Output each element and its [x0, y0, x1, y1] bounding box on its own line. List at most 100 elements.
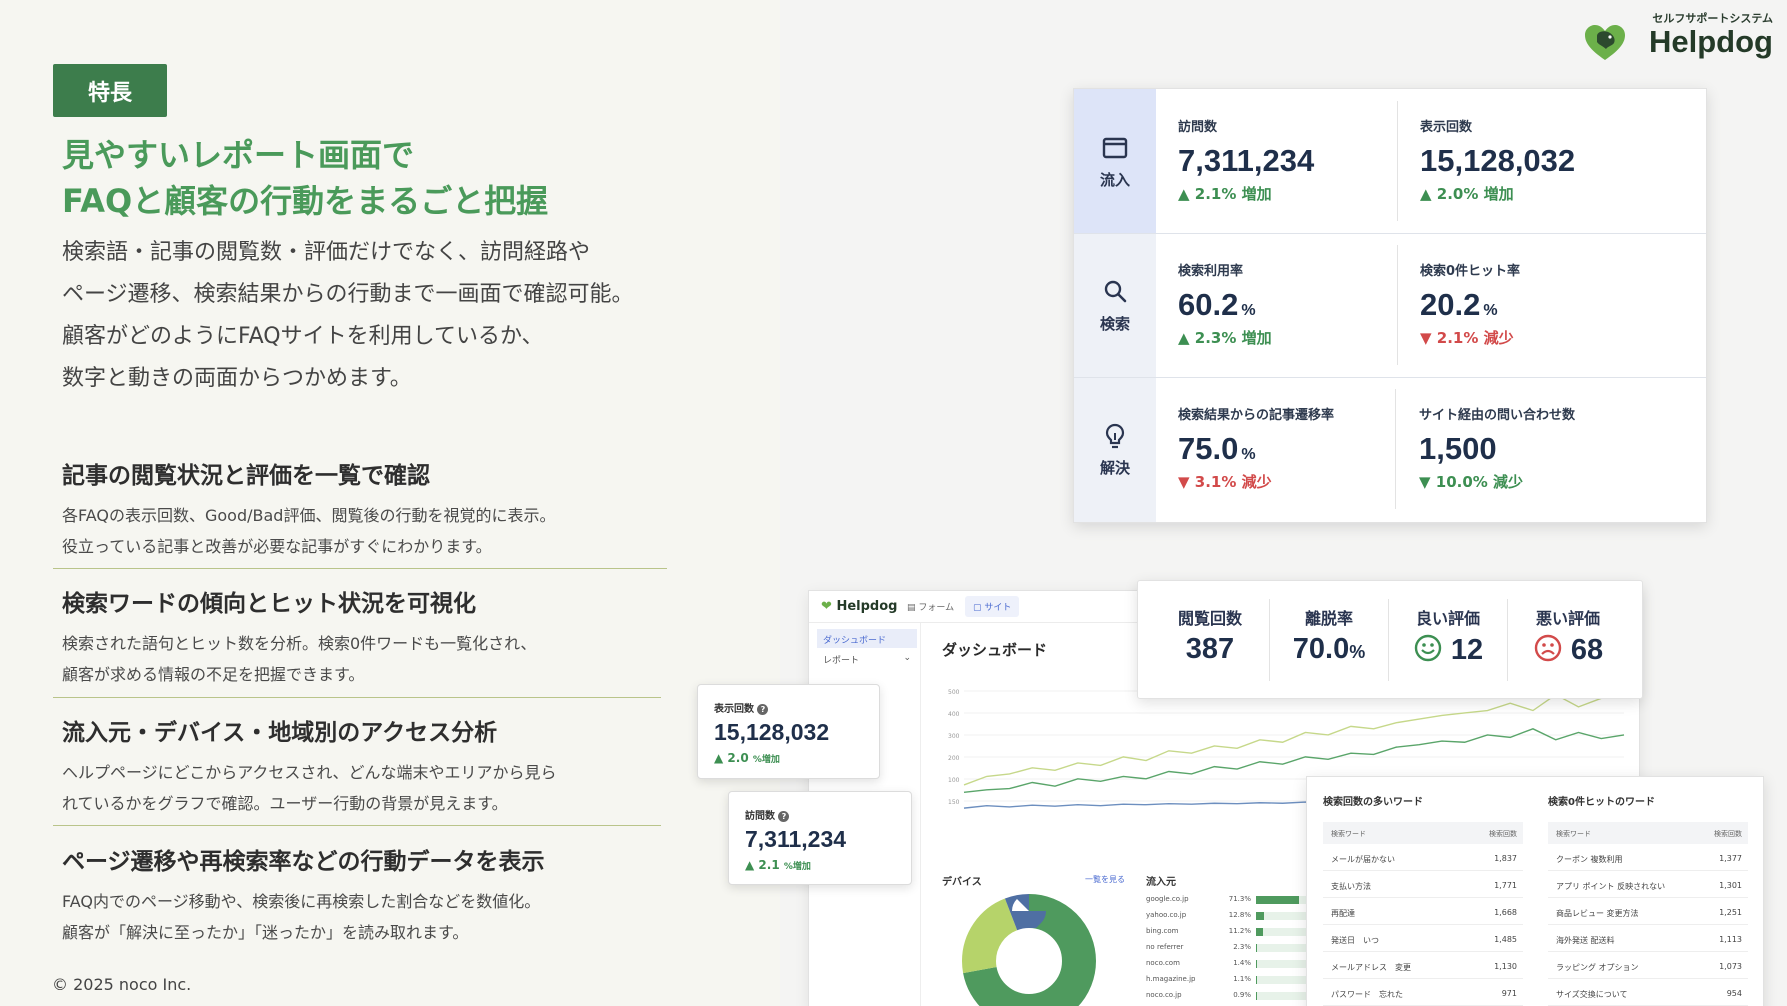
count-cell: 1,485: [1494, 935, 1517, 944]
window-icon: [1102, 137, 1128, 158]
table-row[interactable]: 商品レビュー 変更方法 1,251: [1548, 898, 1748, 925]
section-resolve[interactable]: 解決: [1074, 377, 1156, 521]
help-icon: ?: [778, 811, 790, 822]
kpi-number: 75.0: [1178, 431, 1239, 466]
referrer-bar: [1256, 976, 1257, 984]
referrer-pct: 71.3%: [1228, 895, 1251, 903]
tab-form[interactable]: ▤ フォーム: [907, 600, 954, 613]
eval-value: 68: [1513, 633, 1623, 667]
table-row[interactable]: アプリ ポイント 反映されない 1,301: [1548, 871, 1748, 898]
headline: 見やすいレポート画面で FAQと顧客の行動をまるごと把握: [62, 132, 548, 224]
feature-desc-line: ヘルプページにどこからアクセスされ、どんな端末やエリアから見ら: [62, 763, 557, 782]
eval-title: 閲覧回数: [1177, 609, 1242, 628]
eval-value: 387: [1185, 633, 1235, 665]
eval-bounce: 離脱率 70.0%: [1274, 605, 1384, 666]
referrer-bar: [1256, 944, 1258, 952]
kpi-card: 流入 検索 解決 訪問数 7,311,234 ▲ 2.1% 増加 表示回数 15…: [1073, 88, 1707, 523]
device-title: デバイス: [942, 877, 982, 888]
smile-icon: [1414, 634, 1442, 662]
table-row[interactable]: 発送日 いつ 1,485: [1323, 925, 1523, 952]
evaluation-card: 閲覧回数 387 離脱率 70.0% 良い評価 12 悪い評価 68: [1137, 580, 1643, 699]
kpi-delta: ▲ 2.0% 増加: [1420, 185, 1514, 203]
count-cell: 1,668: [1494, 908, 1517, 917]
col-divider: [1397, 101, 1398, 221]
referrer-row: yahoo.co.jp 12.8%: [1146, 909, 1316, 923]
eval-bad: 悪い評価 68: [1513, 605, 1623, 667]
count-cell: 1,837: [1494, 854, 1517, 863]
kpi-title: サイト経由の問い合わせ数: [1419, 408, 1576, 423]
feature-desc-line: 役立っている記事と改善が必要な記事がすぐにわかります。: [62, 537, 492, 556]
table-row[interactable]: メールが届かない 1,837: [1323, 844, 1523, 871]
table-row[interactable]: パスワード 忘れた 971: [1323, 979, 1523, 1006]
table-row[interactable]: 海外発送 配送料 1,113: [1548, 925, 1748, 952]
kpi-title: 検索結果からの記事遷移率: [1178, 408, 1335, 423]
mini-title-text: 訪問数: [745, 811, 775, 822]
kpi-title: 検索利用率: [1178, 264, 1244, 279]
feature-item: 流入元・デバイス・地域別のアクセス分析 ヘルプページにどこからアクセスされ、どん…: [62, 713, 672, 819]
feature-desc-line: 各FAQの表示回数、Good/Bad評価、閲覧後の行動を視覚的に表示。: [62, 506, 556, 525]
table-row[interactable]: メールアドレス 変更 1,130: [1323, 952, 1523, 979]
section-search[interactable]: 検索: [1074, 233, 1156, 377]
column-header: 検索回数: [1489, 830, 1517, 838]
referrer-name: google.co.jp: [1146, 895, 1189, 903]
dog-heart-icon: [1585, 25, 1625, 60]
kpi-value: 75.0%: [1178, 431, 1334, 467]
table-header: 検索ワード 検索回数: [1323, 822, 1523, 844]
word-cell: 再配達: [1331, 909, 1355, 918]
word-cell: 支払い方法: [1331, 882, 1371, 891]
kpi-number: 20.2: [1420, 287, 1481, 322]
helpdog-logo: セルフサポートシステム Helpdog: [1583, 10, 1773, 62]
kpi-inquiries: サイト経由の問い合わせ数 1,500 ▼ 10.0% 減少: [1419, 404, 1575, 492]
referrer-pct: 0.9%: [1233, 991, 1251, 999]
referrer-pct: 1.1%: [1233, 975, 1251, 983]
count-cell: 1,073: [1719, 962, 1742, 971]
kpi-unit: %: [1241, 446, 1256, 463]
feature-desc: 各FAQの表示回数、Good/Bad評価、閲覧後の行動を視覚的に表示。 役立ってい…: [62, 500, 672, 562]
referrer-pct: 11.2%: [1228, 927, 1251, 935]
nav-dashboard[interactable]: ダッシュボード: [817, 629, 917, 648]
frown-icon: [1534, 634, 1562, 662]
kpi-number: 15,128,032: [1420, 143, 1576, 178]
table-title: 検索回数の多いワード: [1323, 797, 1423, 808]
word-cell: 発送日 いつ: [1331, 936, 1379, 945]
eval-views: 閲覧回数 387: [1155, 605, 1265, 666]
top-words-table: 検索回数の多いワード 検索ワード 検索回数 メールが届かない 1,837 支払い方法…: [1323, 793, 1523, 1006]
feature-title: 検索ワードの傾向とヒット状況を可視化: [62, 591, 476, 617]
kpi-title: 表示回数: [1420, 120, 1473, 135]
feature-title: 記事の閲覧状況と評価を一覧で確認: [62, 463, 430, 489]
word-cell: 海外発送 配送料: [1556, 936, 1615, 945]
table-row[interactable]: 支払い方法 1,771: [1323, 871, 1523, 898]
nav-label: ダッシュボード: [823, 636, 887, 646]
divider: [1507, 599, 1508, 681]
referrer-row: noco.com 1.4%: [1146, 957, 1316, 971]
nav-report[interactable]: レポート ⌄: [817, 649, 917, 668]
table-title: 検索0件ヒットのワード: [1548, 797, 1655, 808]
feature-item: 検索ワードの傾向とヒット状況を可視化 検索された語句とヒット数を分析。検索0件ワ…: [62, 584, 672, 690]
mini-delta: ▲ 2.0 %増加: [714, 751, 780, 765]
y-tick-label: 500: [948, 689, 960, 696]
feature-desc-line: 検索された語句とヒット数を分析。検索0件ワードも一覧化され、: [62, 634, 537, 653]
divider: [53, 697, 661, 698]
visits-mini-card: 訪問数 ? 7,311,234 ▲ 2.1 %増加: [728, 791, 912, 885]
section-label: 解決: [1099, 458, 1130, 477]
copyright: © 2025 noco Inc.: [52, 975, 192, 994]
mini-title: 表示回数 ?: [714, 700, 769, 715]
headline-line: 見やすいレポート画面で: [62, 136, 415, 174]
table-row[interactable]: サイズ交換について 954: [1548, 979, 1748, 1006]
table-row[interactable]: 再配達 1,668: [1323, 898, 1523, 925]
word-cell: メールアドレス 変更: [1331, 963, 1411, 972]
mini-value: 7,311,234: [745, 826, 847, 852]
section-inflow[interactable]: 流入: [1074, 89, 1156, 233]
table-row[interactable]: ラッピング オプション 1,073: [1548, 952, 1748, 979]
table-row[interactable]: クーポン 複数利用 1,377: [1548, 844, 1748, 871]
lead-text: 検索語・記事の閲覧数・評価だけでなく、訪問経路や ページ遷移、検索結果からの行動…: [62, 232, 634, 400]
tab-site[interactable]: ▢ サイト: [965, 596, 1020, 617]
referrer-bar: [1256, 896, 1299, 904]
feature-desc-line: 顧客が「解決に至ったか」「迷ったか」を読み取れます。: [62, 923, 469, 942]
count-cell: 1,130: [1494, 962, 1517, 971]
lead-line: 数字と動きの両面からつかめます。: [62, 366, 412, 391]
count-cell: 1,377: [1719, 854, 1742, 863]
kpi-value: 1,500: [1419, 431, 1575, 467]
kpi-number: 60.2: [1178, 287, 1239, 322]
device-list-link[interactable]: 一覧を見る: [1085, 874, 1125, 885]
